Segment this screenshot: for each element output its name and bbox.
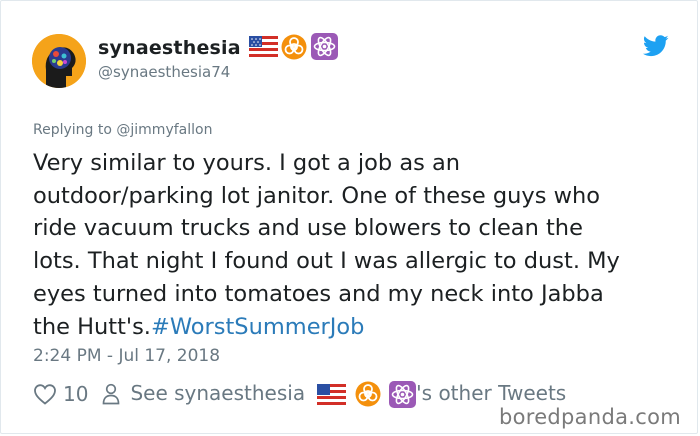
see-other-suffix: 's other Tweets bbox=[416, 380, 567, 405]
like-count[interactable]: 10 bbox=[63, 382, 88, 406]
us-flag-icon bbox=[317, 383, 347, 405]
tweet-timestamp[interactable]: 2:24 PM - Jul 17, 2018 bbox=[33, 346, 220, 366]
atom-icon bbox=[389, 380, 417, 408]
watermark: boredpanda.com bbox=[498, 405, 681, 429]
tweet-text: Very similar to yours. I got a job as an… bbox=[33, 147, 683, 343]
see-other-tweets-link[interactable]: See synaesthesia 's other Tweets bbox=[130, 380, 567, 408]
tweet-line: Very similar to yours. I got a job as an bbox=[33, 150, 461, 176]
tweet-last-line: the Hutt's.#WorstSummerJob bbox=[33, 311, 683, 344]
user-handle[interactable]: @synaesthesia74 bbox=[98, 63, 230, 81]
tweet-line: eyes turned into tomatoes and my neck in… bbox=[33, 280, 604, 307]
hashtag-link[interactable]: #WorstSummerJob bbox=[151, 314, 365, 340]
twitter-bird-icon[interactable] bbox=[643, 35, 669, 57]
avatar[interactable] bbox=[32, 34, 86, 88]
tweet-line: ride vacuum trucks and use blowers to cl… bbox=[33, 215, 583, 242]
tweet-line: outdoor/parking lot janitor. One of thes… bbox=[33, 182, 601, 209]
replying-to-prefix: Replying to bbox=[33, 122, 117, 138]
us-flag-icon bbox=[249, 36, 278, 57]
tweet-card: synaesthesia @synaesthesia74 Replying to… bbox=[0, 0, 698, 434]
replying-to-link[interactable]: @jimmyfallon bbox=[116, 122, 212, 138]
atom-icon bbox=[311, 33, 338, 60]
display-name[interactable]: synaesthesia bbox=[98, 37, 241, 59]
tweet-actions: 10 See synaesthesia 's other Tweets bbox=[33, 380, 566, 408]
biohazard-icon bbox=[281, 34, 307, 60]
tweet-line: the Hutt's. bbox=[33, 313, 151, 340]
replying-to: Replying to @jimmyfallon bbox=[33, 122, 212, 138]
person-icon bbox=[103, 383, 120, 405]
tweet-line: lots. That night I found out I was aller… bbox=[33, 248, 620, 275]
see-other-prefix: See synaesthesia bbox=[130, 380, 306, 405]
heart-icon[interactable] bbox=[33, 383, 57, 405]
biohazard-icon bbox=[355, 381, 381, 407]
